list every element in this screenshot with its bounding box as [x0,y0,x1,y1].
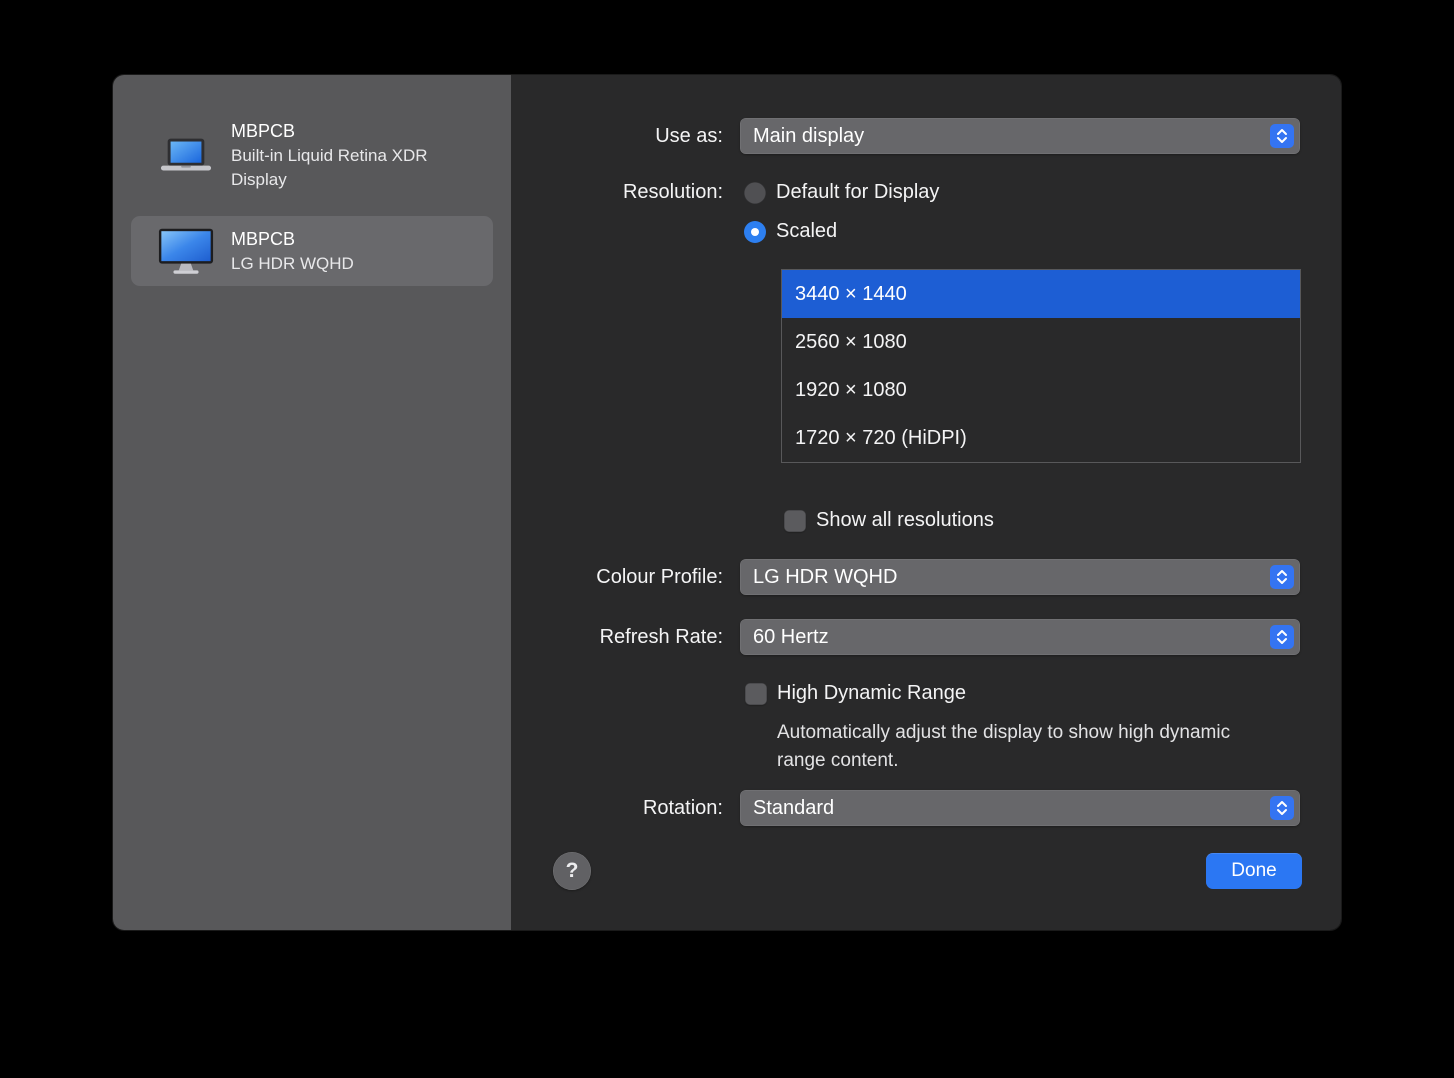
use-as-value: Main display [753,125,864,148]
rotation-select[interactable]: Standard [740,790,1300,826]
dialog-footer: ? Done [511,852,1341,890]
refresh-rate-value: 60 Hertz [753,626,829,649]
display-settings-dialog: MBPCB Built-in Liquid Retina XDR Display [113,75,1341,930]
stepper-icon [1270,625,1294,649]
refresh-rate-select[interactable]: 60 Hertz [740,619,1300,655]
colour-profile-value: LG HDR WQHD [753,566,897,589]
sidebar-item-text: MBPCB Built-in Liquid Retina XDR Display [231,119,446,192]
checkbox-unchecked-icon [784,510,806,532]
resolution-label: Resolution: [511,181,723,203]
resolution-option-1920x1080[interactable]: 1920 × 1080 [782,366,1300,414]
monitor-icon [155,226,217,276]
stepper-icon [1270,124,1294,148]
colour-profile-select[interactable]: LG HDR WQHD [740,559,1300,595]
resolution-option-3440x1440[interactable]: 3440 × 1440 [782,270,1300,318]
use-as-select[interactable]: Main display [740,118,1300,154]
display-settings-panel: Use as: Main display Resolution: [511,75,1341,930]
display-name: MBPCB [231,119,446,144]
display-list-sidebar: MBPCB Built-in Liquid Retina XDR Display [113,75,511,930]
radio-scaled[interactable]: Scaled [744,220,939,243]
laptop-icon [155,136,217,176]
sidebar-item-external-display[interactable]: MBPCB LG HDR WQHD [131,216,493,286]
rotation-value: Standard [753,797,834,820]
display-name: MBPCB [231,227,354,252]
resolution-radio-group: Default for Display Scaled [744,181,939,243]
colour-profile-label: Colour Profile: [511,566,723,589]
high-dynamic-range-checkbox[interactable]: High Dynamic Range [745,682,966,705]
checkbox-unchecked-icon [745,683,767,705]
resolution-list: 3440 × 1440 2560 × 1080 1920 × 1080 1720… [781,269,1301,463]
resolution-option-1720x720[interactable]: 1720 × 720 (HiDPI) [782,414,1300,462]
display-subtitle: Built-in Liquid Retina XDR Display [231,144,446,192]
resolution-option-2560x1080[interactable]: 2560 × 1080 [782,318,1300,366]
stepper-icon [1270,796,1294,820]
use-as-label: Use as: [511,125,723,148]
rotation-label: Rotation: [511,797,723,820]
done-button[interactable]: Done [1206,853,1302,889]
stepper-icon [1270,565,1294,589]
radio-off-icon [744,182,766,204]
sidebar-item-text: MBPCB LG HDR WQHD [231,227,354,276]
refresh-rate-label: Refresh Rate: [511,626,723,649]
radio-on-icon [744,221,766,243]
show-all-resolutions-checkbox[interactable]: Show all resolutions [784,509,994,532]
sidebar-item-builtin-display[interactable]: MBPCB Built-in Liquid Retina XDR Display [131,109,493,202]
display-subtitle: LG HDR WQHD [231,252,354,276]
help-button[interactable]: ? [553,852,591,890]
radio-default-for-display[interactable]: Default for Display [744,181,939,204]
hdr-description: Automatically adjust the display to show… [777,719,1277,775]
